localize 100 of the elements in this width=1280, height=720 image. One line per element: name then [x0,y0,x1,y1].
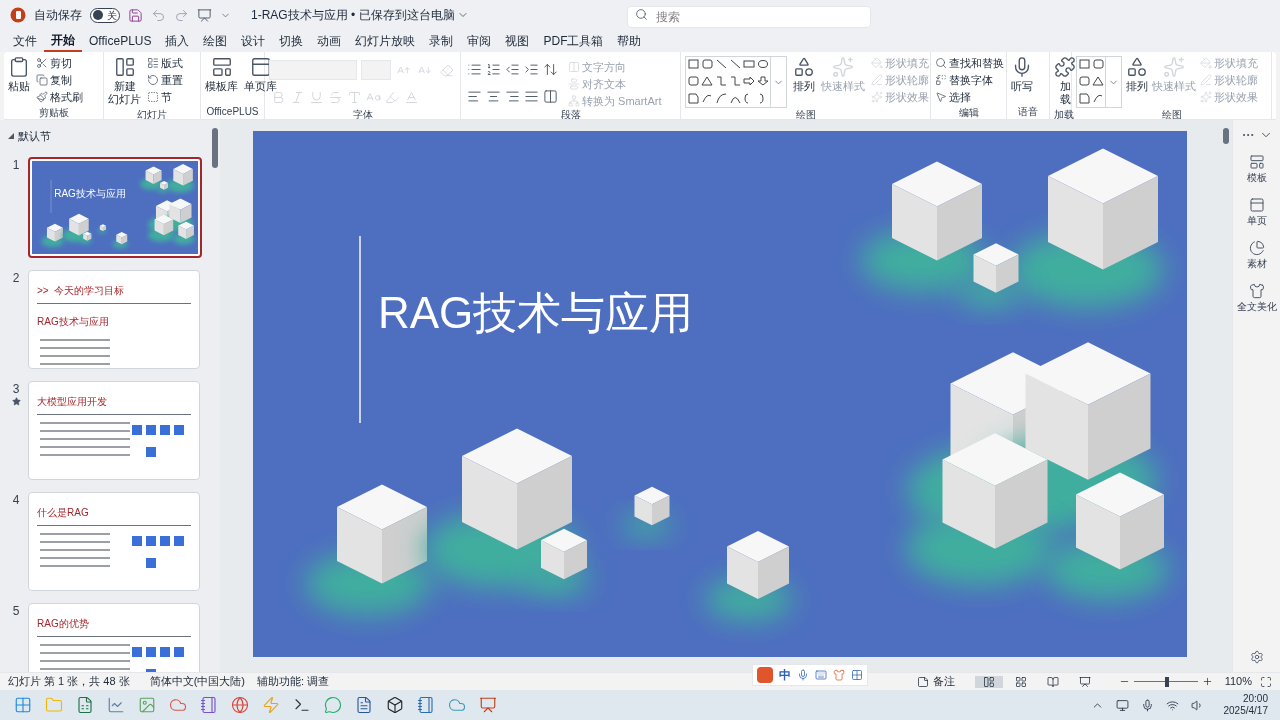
scrollbar-thumb[interactable] [212,128,218,168]
menu-tab[interactable]: 幻灯片放映 [348,30,423,52]
menu-tab[interactable]: 录制 [422,30,461,52]
numbering-icon[interactable] [486,62,501,77]
apps-icon[interactable] [851,669,863,681]
zoom-thumb[interactable] [1164,676,1169,687]
bullets-icon[interactable] [467,62,482,77]
terminal-icon [293,696,311,714]
save-icon[interactable] [128,7,143,23]
slide-thumbnail[interactable]: >> 今天的学习目标 RAG技术与应用 [28,270,200,369]
volume-icon[interactable] [1190,698,1204,712]
justify-icon[interactable] [524,89,539,104]
ribbon-button[interactable]: 加 载 [1054,56,1076,106]
text-direction-icon [568,61,580,73]
ribbon-button[interactable]: 替换字体 [935,73,1004,87]
zoom-slider[interactable] [1133,676,1198,687]
side-pane-button[interactable]: 单页 [1246,197,1267,228]
font-color-icon[interactable] [404,90,419,105]
slide-title: RAG技术与应用 [378,291,694,335]
ribbon-button[interactable]: 排列 [793,56,815,93]
font-size-field[interactable] [361,60,391,80]
slide-thumbnail[interactable]: 大模型应用开发 [28,381,200,480]
collapse-icon[interactable] [8,133,14,140]
clock-time[interactable]: 20:00 [1242,693,1268,705]
slide-thumbnail[interactable]: 什么是RAG [28,492,200,591]
shirt-icon[interactable] [833,669,845,681]
ribbon-button[interactable]: 查找和替换 [935,56,1004,70]
ribbon-button[interactable]: 版式 [147,56,183,70]
slide-thumbnail[interactable]: RAG的优势 [28,603,200,672]
ime-mode[interactable]: 中 [779,667,791,683]
menu-tab[interactable]: 切换 [272,30,311,52]
template-icon [1248,154,1265,170]
image-icon [138,696,156,714]
clock-date[interactable]: 2025/4/17 [1223,705,1268,717]
columns-icon[interactable] [543,89,558,104]
scrollbar-thumb[interactable] [1223,128,1229,144]
group-label: 幻灯片 [137,109,167,119]
ribbon-button[interactable]: 剪切 [36,56,83,70]
menu-tab[interactable]: 帮助 [610,30,649,52]
ribbon-button[interactable]: 格式刷 [36,90,83,104]
ribbon-button[interactable]: 选择 [935,90,1004,104]
zoom-in-icon[interactable] [1201,676,1213,687]
document-title[interactable]: 1-RAG技术与应用 • 已保存到这台电脑 [251,7,455,23]
menu-tab[interactable]: 审阅 [460,30,499,52]
menu-tab[interactable]: 插入 [158,30,197,52]
menu-tab[interactable]: 设计 [234,30,273,52]
side-pane-button[interactable]: 素材 [1246,240,1267,271]
shape-gallery[interactable] [685,56,787,108]
ribbon-button[interactable]: 复制 [36,73,83,87]
settings-icon[interactable] [1249,650,1264,664]
presentation-icon[interactable] [197,7,212,23]
ribbon-button[interactable]: 新建 幻灯片 [108,56,141,106]
redo-icon[interactable] [174,7,189,23]
undo-icon[interactable] [151,7,166,23]
menu-tab[interactable]: 文件 [6,30,44,52]
font-name-field[interactable] [269,60,358,80]
microphone-icon[interactable] [797,669,809,681]
menu-tab[interactable]: 绘图 [196,30,235,52]
windows-logo-icon [14,696,32,714]
document-icon [355,696,373,714]
ribbon-button[interactable]: 模板库 [205,56,238,93]
paint-bucket-icon [1200,57,1212,69]
menu-tab[interactable]: 动画 [310,30,349,52]
ribbon-button[interactable]: 节 [147,90,183,104]
zoom-level[interactable]: 110% [1224,673,1252,690]
language-status[interactable]: 简体中文(中国大陆) [149,673,245,690]
monitor-icon[interactable] [1115,698,1129,712]
ribbon-button[interactable]: 粘贴 [8,56,30,93]
indent-icon[interactable] [524,62,539,77]
fit-slide-icon[interactable] [1260,675,1272,688]
menu-tab[interactable]: PDF工具箱 [536,30,611,52]
ribbon-button[interactable]: 排列 [1126,56,1148,93]
side-pane-button[interactable]: 全文美化 [1236,283,1277,314]
normal-view-button[interactable] [974,675,1003,688]
group-label: 加载 [1054,109,1074,119]
line-spacing-icon[interactable] [543,62,558,77]
ribbon-button[interactable]: 重置 [147,73,183,87]
search-field[interactable]: 搜索 [626,6,871,28]
chat-icon [324,696,342,714]
microphone-icon[interactable] [1140,698,1154,712]
menu-tab[interactable]: 视图 [498,30,537,52]
autosave-toggle[interactable]: 关 [90,7,120,23]
wifi-icon[interactable] [1165,698,1179,712]
align-left-icon[interactable] [467,89,482,104]
slide-number: 1 [12,156,20,173]
slide-thumbnail[interactable]: RAG技术与应用 [28,156,202,258]
menu-tab[interactable]: OfficePLUS [82,30,159,52]
align-right-icon[interactable] [505,89,520,104]
align-center-icon[interactable] [486,89,501,104]
accessibility-status[interactable]: 辅助功能: 调查 [256,673,330,690]
side-pane-button[interactable]: 模板 [1246,154,1267,185]
outdent-icon[interactable] [505,62,520,77]
shape-gallery[interactable] [1076,56,1122,108]
keyboard-icon[interactable] [815,669,827,681]
slide-count: 幻灯片 第 1 张，共 48 张 [8,674,130,690]
section-header: 默认节 [18,129,51,144]
slide-number: 3 [12,381,20,397]
ribbon-button[interactable]: 听写 [1011,56,1033,93]
chart-icon [107,696,125,714]
notes-button[interactable]: 备注 [916,673,955,690]
